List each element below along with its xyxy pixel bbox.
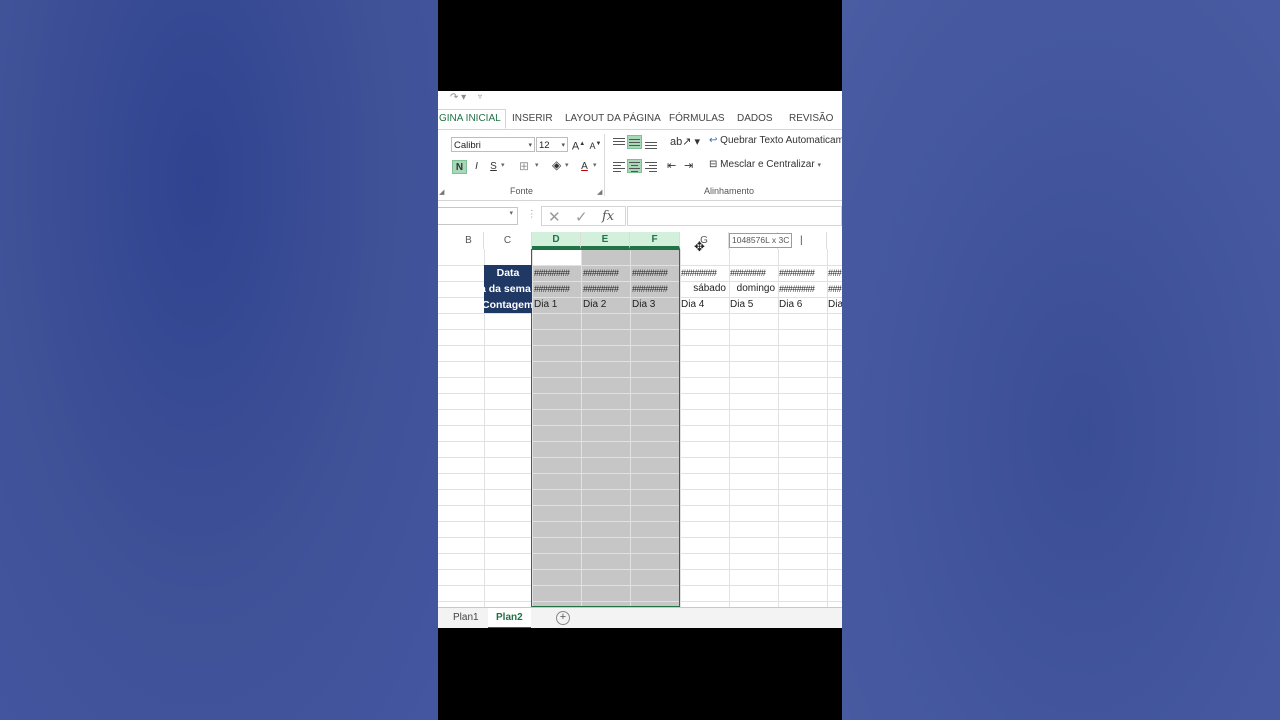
borders-icon[interactable]: ⊞ [519, 159, 529, 173]
sheet-tab-plan2[interactable]: Plan2 [488, 608, 531, 628]
insert-function-icon[interactable]: fx [602, 209, 614, 224]
cell[interactable]: ######## [534, 281, 580, 297]
column-header-j[interactable] [827, 232, 842, 249]
background-left [0, 0, 438, 720]
bold-button[interactable]: N [452, 160, 467, 174]
clipboard-dialog-launcher-icon[interactable]: ◢ [439, 188, 444, 196]
cancel-icon[interactable]: ✕ [548, 208, 561, 226]
column-header-b[interactable]: B [438, 232, 484, 249]
cell[interactable]: Dia 5 [730, 297, 776, 313]
cell[interactable]: ######## [681, 265, 727, 281]
font-name-select[interactable]: Calibri ▾ [451, 137, 535, 152]
background-right [842, 0, 1280, 720]
cell[interactable]: ######## [779, 281, 825, 297]
cell[interactable]: Dia 4 [681, 297, 727, 313]
tab-review[interactable]: REVISÃO [785, 110, 837, 128]
align-center-button[interactable] [627, 159, 642, 173]
cell[interactable]: ######## [632, 281, 678, 297]
cell[interactable]: ######## [632, 265, 678, 281]
font-group-label: Fonte [510, 186, 534, 196]
selection-size-tooltip: 1048576L x 3C [729, 233, 793, 248]
font-color-button[interactable]: A [577, 160, 592, 174]
tab-data[interactable]: DADOS [733, 110, 777, 128]
wrap-text-button[interactable]: ↩ Quebrar Texto Automaticame [709, 135, 842, 146]
cell[interactable]: ######## [730, 265, 776, 281]
cell-select-cursor-icon: ✥ [694, 239, 705, 254]
borders-dropdown-icon[interactable]: ▾ [535, 161, 539, 169]
column-header-c[interactable]: C [484, 232, 532, 249]
cell[interactable]: domingo [728, 281, 775, 297]
wrap-text-icon: ↩ [709, 135, 718, 146]
font-dialog-launcher-icon[interactable]: ◢ [597, 188, 602, 196]
ribbon: Calibri ▾ 12 ▾ A▲ A▼ N I S ▾ ⊞ ▾ ◈ ▾ A ▾ F… [438, 130, 842, 201]
text-cursor-icon: | [800, 235, 803, 246]
formula-bar: ▾ ⋮ ✕ ✓ fx [438, 201, 842, 233]
cell[interactable]: Dia [828, 297, 842, 313]
cell[interactable]: ######## [583, 265, 629, 281]
increase-indent-icon[interactable]: ⇥ [684, 159, 693, 172]
orientation-icon[interactable]: ab↗ ▾ [670, 135, 700, 148]
enter-icon[interactable]: ✓ [575, 208, 588, 226]
align-bottom-icon[interactable] [645, 138, 657, 149]
font-size-select[interactable]: 12 ▾ [536, 137, 568, 152]
cell[interactable]: sábado [679, 281, 726, 297]
underline-dropdown-icon[interactable]: ▾ [501, 161, 505, 169]
cell[interactable]: Dia 2 [583, 297, 629, 313]
underline-button[interactable]: S [486, 160, 501, 174]
label-cell-data[interactable]: Data [484, 265, 532, 281]
fill-color-dropdown-icon[interactable]: ▾ [565, 161, 569, 169]
sheet-tab-plan1[interactable]: Plan1 [445, 608, 487, 627]
align-right-icon[interactable] [645, 161, 657, 172]
name-box[interactable]: ▾ [438, 207, 518, 225]
tab-formulas[interactable]: FÓRMULAS [665, 110, 729, 128]
italic-button[interactable]: I [469, 160, 484, 174]
worksheet-grid[interactable]: Data a da sema Contagem ######## ########… [438, 249, 842, 607]
tab-insert[interactable]: INSERIR [508, 110, 557, 128]
quick-access-toolbar: ↷ ▾ ▿ [438, 91, 842, 108]
formula-buttons: ✕ ✓ fx [541, 206, 626, 226]
formula-bar-grip-icon: ⋮ [527, 209, 537, 220]
add-sheet-icon[interactable]: + [556, 611, 570, 625]
cell[interactable]: Dia 3 [632, 297, 678, 313]
ribbon-separator [604, 134, 605, 196]
redo-icon[interactable]: ↷ ▾ [450, 92, 466, 103]
merge-center-icon: ⊟ [709, 159, 718, 170]
video-frame: ↷ ▾ ▿ GINA INICIAL INSERIR LAYOUT DA PÁG… [438, 0, 842, 720]
column-header-e[interactable]: E [581, 232, 630, 249]
label-cell-count[interactable]: Contagem [484, 297, 532, 313]
excel-window: ↷ ▾ ▿ GINA INICIAL INSERIR LAYOUT DA PÁG… [438, 91, 842, 628]
align-top-icon[interactable] [613, 137, 625, 148]
decrease-indent-icon[interactable]: ⇤ [667, 159, 676, 172]
cell[interactable]: ######## [534, 265, 580, 281]
align-middle-button[interactable] [627, 135, 642, 149]
font-color-dropdown-icon[interactable]: ▾ [593, 161, 597, 169]
fill-color-icon[interactable]: ◈ [552, 158, 561, 172]
column-header-d[interactable]: D [532, 232, 581, 249]
cell[interactable]: ### [828, 265, 842, 281]
cell[interactable]: Dia 6 [779, 297, 825, 313]
alignment-group-label: Alinhamento [704, 186, 755, 196]
shrink-font-icon[interactable]: A▼ [588, 137, 603, 151]
cell[interactable]: ######## [779, 265, 825, 281]
merge-center-button[interactable]: ⊟ Mesclar e Centralizar ▾ [709, 159, 821, 170]
customize-qat-icon[interactable]: ▿ [478, 92, 482, 101]
cell[interactable]: ### [828, 281, 842, 297]
tab-page-layout[interactable]: LAYOUT DA PÁGINA [561, 110, 665, 128]
tab-home[interactable]: GINA INICIAL [438, 109, 506, 129]
ribbon-tabs: GINA INICIAL INSERIR LAYOUT DA PÁGINA FÓ… [438, 108, 842, 130]
cell[interactable]: ######## [583, 281, 629, 297]
label-cell-weekday[interactable]: a da sema [484, 281, 532, 297]
formula-input[interactable] [627, 206, 842, 226]
column-header-f[interactable]: F [630, 232, 680, 249]
align-left-icon[interactable] [613, 161, 625, 172]
grow-font-icon[interactable]: A▲ [571, 137, 586, 153]
cell[interactable]: Dia 1 [534, 297, 580, 313]
sheet-tab-bar: Plan1 Plan2 + [438, 607, 842, 628]
